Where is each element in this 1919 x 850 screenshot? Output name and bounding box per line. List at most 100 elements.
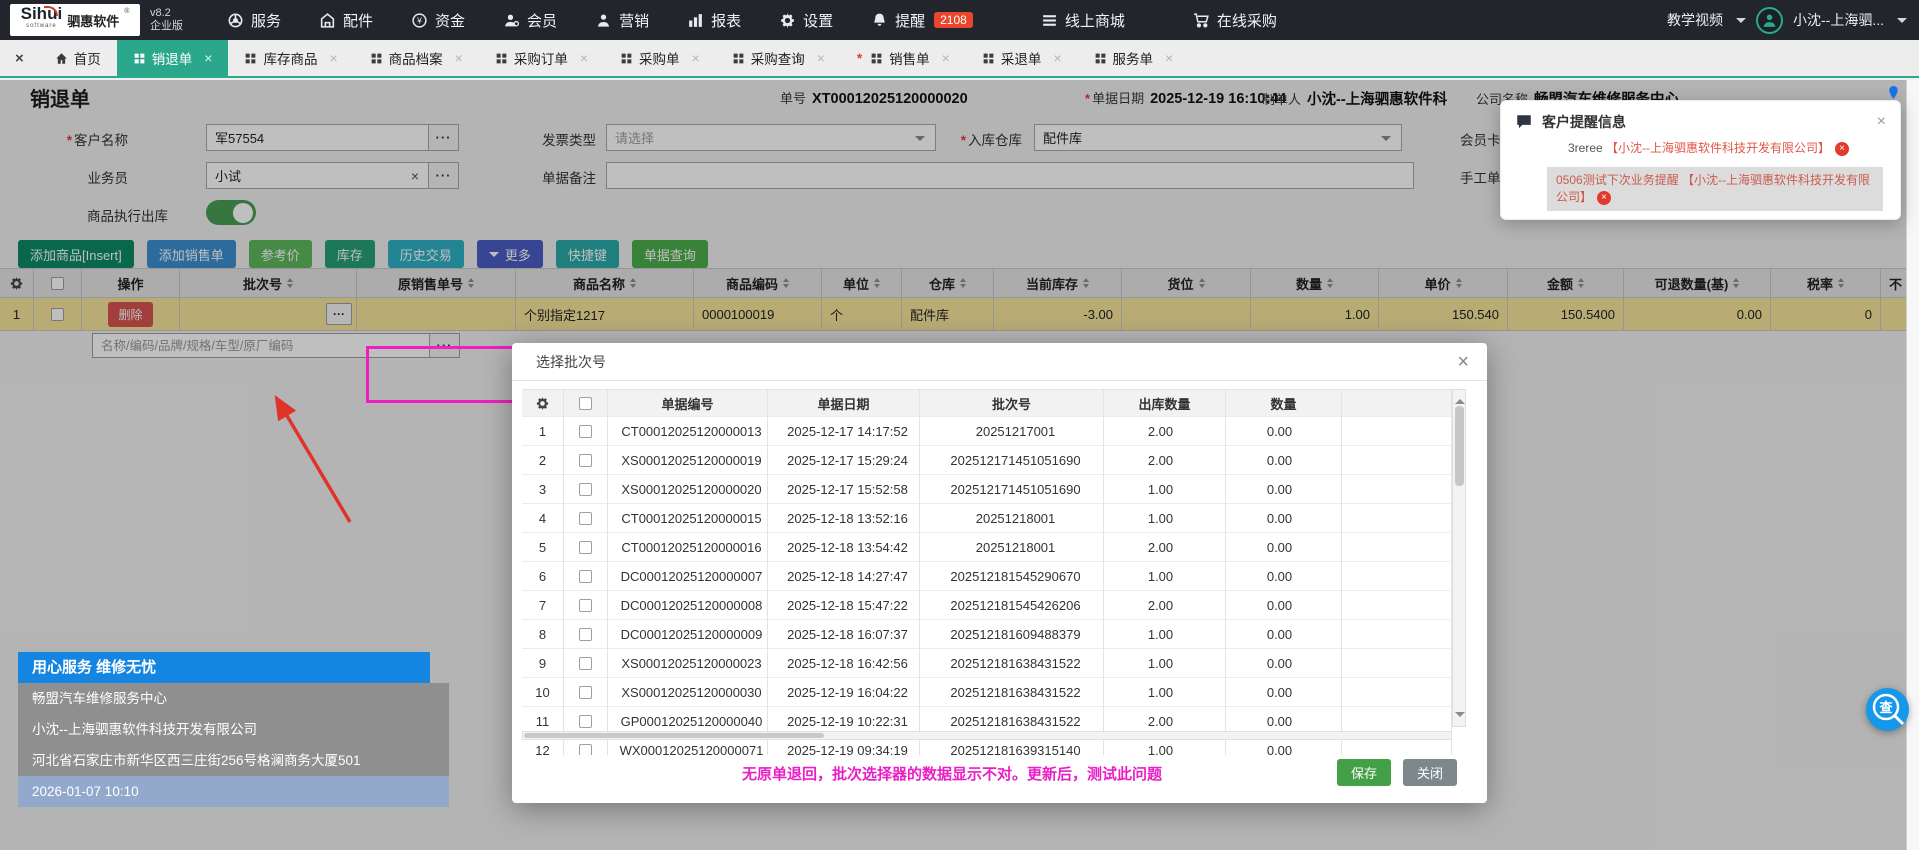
batch-row[interactable]: 5 CT00012025120000016 2025-12-18 13:54:4…	[522, 533, 1452, 562]
scroll-up-icon[interactable]	[1455, 394, 1465, 404]
avatar[interactable]	[1756, 7, 1783, 34]
topbar-nav-item[interactable]: 提醒 2108	[852, 0, 992, 40]
tab-close-icon[interactable]: ×	[1053, 50, 1061, 66]
topbar: Sihuisoftware 驷惠软件 ® v8.2 企业版 服务 配件	[0, 0, 1919, 40]
tab[interactable]: 采购订单 ×	[479, 40, 604, 76]
batch-row[interactable]: 9 XS00012025120000023 2025-12-18 16:42:5…	[522, 649, 1452, 678]
customer-reminder-popup: 客户提醒信息 × 3reree 【小沈--上海驷惠软件科技开发有限公司】× 05…	[1500, 100, 1901, 220]
topbar-nav-item[interactable]: 报表	[668, 0, 760, 40]
reminder-close-icon[interactable]: ×	[1877, 113, 1886, 131]
qty-cell: 0.00	[1226, 504, 1342, 533]
row-checkbox[interactable]	[579, 541, 592, 554]
service-info-line: 河北省石家庄市新华区西三庄街256号格澜商务大厦501	[18, 745, 449, 776]
tab-close-icon[interactable]: ×	[942, 50, 950, 66]
batch-column-header[interactable]: 单据编号	[608, 389, 768, 417]
doc-no-cell: CT00012025120000016	[608, 533, 768, 562]
tab[interactable]: 服务单 ×	[1078, 40, 1190, 76]
row-number: 4	[522, 504, 564, 533]
tab-close-icon[interactable]: ×	[692, 50, 700, 66]
tab[interactable]: 库存商品 ×	[228, 40, 353, 76]
topbar-nav-item[interactable]: 在线采购	[1174, 0, 1296, 40]
tab-close-icon[interactable]: ×	[204, 50, 212, 66]
pin-icon[interactable]	[1886, 85, 1901, 100]
filler-cell	[1342, 533, 1452, 562]
scroll-down-icon[interactable]	[1455, 712, 1465, 722]
batch-row[interactable]: 6 DC00012025120000007 2025-12-18 14:27:4…	[522, 562, 1452, 591]
topbar-nav-item[interactable]: 服务	[208, 0, 300, 40]
scrollbar-thumb[interactable]	[524, 733, 824, 738]
batch-row[interactable]: 8 DC00012025120000009 2025-12-18 16:07:3…	[522, 620, 1452, 649]
modal-vertical-scrollbar[interactable]	[1452, 389, 1466, 727]
row-checkbox[interactable]	[579, 628, 592, 641]
close-all-tabs-icon[interactable]: ×	[0, 40, 39, 76]
topbar-nav-item[interactable]: 设置	[760, 0, 852, 40]
row-checkbox[interactable]	[579, 599, 592, 612]
tab[interactable]: 销退单 ×	[117, 40, 229, 76]
row-checkbox-cell	[564, 417, 608, 446]
nav-label: 线上商城	[1065, 10, 1125, 31]
column-settings-gear-icon[interactable]	[522, 389, 564, 417]
batch-row[interactable]: 2 XS00012025120000019 2025-12-17 15:29:2…	[522, 446, 1452, 475]
row-checkbox[interactable]	[579, 483, 592, 496]
topbar-nav-item[interactable]: 营销	[576, 0, 668, 40]
row-checkbox[interactable]	[579, 425, 592, 438]
service-info-line: 2026-01-07 10:10	[18, 776, 449, 807]
doc-no-cell: XS00012025120000023	[608, 649, 768, 678]
batch-column-header[interactable]: 批次号	[920, 389, 1104, 417]
batch-column-header[interactable]: 出库数量	[1104, 389, 1226, 417]
batch-row[interactable]: 3 XS00012025120000020 2025-12-17 15:52:5…	[522, 475, 1452, 504]
nav-icon	[319, 12, 336, 29]
tab-close-icon[interactable]: ×	[329, 50, 337, 66]
row-checkbox[interactable]	[579, 454, 592, 467]
tab-label: 采退单	[1001, 48, 1042, 68]
row-checkbox[interactable]	[579, 715, 592, 728]
tab[interactable]: 采购查询 ×	[716, 40, 841, 76]
quick-search-fab[interactable]: 查	[1866, 688, 1909, 731]
row-checkbox-cell	[564, 533, 608, 562]
save-button[interactable]: 保存	[1337, 759, 1391, 786]
row-checkbox[interactable]	[579, 512, 592, 525]
topbar-nav-item[interactable]: 会员	[484, 0, 576, 40]
tab[interactable]: * 销售单 ×	[841, 40, 966, 76]
select-all-checkbox[interactable]	[579, 397, 592, 410]
row-checkbox[interactable]	[579, 744, 592, 756]
tab[interactable]: 采购单 ×	[604, 40, 716, 76]
app-logo: Sihuisoftware 驷惠软件 ®	[10, 4, 140, 36]
modal-close-icon[interactable]: ×	[1457, 352, 1469, 372]
batch-column-header[interactable]: 数量	[1226, 389, 1342, 417]
doc-no-cell: DC00012025120000008	[608, 591, 768, 620]
batch-table-header: 单据编号 单据日期 批次号 出库数量 数量	[522, 389, 1452, 417]
batch-row[interactable]: 4 CT00012025120000015 2025-12-18 13:52:1…	[522, 504, 1452, 533]
scrollbar-thumb[interactable]	[1455, 406, 1464, 486]
close-button[interactable]: 关闭	[1403, 759, 1457, 786]
tab-close-icon[interactable]: ×	[580, 50, 588, 66]
delete-reminder-icon[interactable]: ×	[1835, 142, 1849, 156]
tab-close-icon[interactable]: ×	[1165, 50, 1173, 66]
tab[interactable]: 商品档案 ×	[354, 40, 479, 76]
topbar-nav-item[interactable]: 线上商城	[1022, 0, 1144, 40]
current-user[interactable]: 小沈--上海驷...	[1793, 10, 1884, 30]
tab-close-icon[interactable]: ×	[817, 50, 825, 66]
tab[interactable]: 首页	[39, 40, 117, 76]
row-checkbox-cell	[564, 678, 608, 707]
modal-horizontal-scrollbar[interactable]	[522, 731, 1452, 740]
delete-reminder-icon[interactable]: ×	[1597, 191, 1611, 205]
tutorial-video-link[interactable]: 教学视频	[1667, 10, 1723, 30]
batch-row[interactable]: 1 CT00012025120000013 2025-12-17 14:17:5…	[522, 417, 1452, 446]
topbar-nav-item[interactable]: ¥ 资金	[392, 0, 484, 40]
topbar-nav-item[interactable]: 配件	[300, 0, 392, 40]
batch-column-header[interactable]: 单据日期	[768, 389, 920, 417]
row-checkbox[interactable]	[579, 657, 592, 670]
tab[interactable]: 采退单 ×	[966, 40, 1078, 76]
tab-icon	[495, 52, 508, 65]
batch-row[interactable]: 7 DC00012025120000008 2025-12-18 15:47:2…	[522, 591, 1452, 620]
open-tabs: 首页 销退单 × 库存商品 ×	[39, 40, 1189, 76]
doc-date-cell: 2025-12-18 16:42:56	[768, 649, 920, 678]
batch-row[interactable]: 10 XS00012025120000030 2025-12-19 16:04:…	[522, 678, 1452, 707]
row-checkbox[interactable]	[579, 570, 592, 583]
row-checkbox[interactable]	[579, 686, 592, 699]
reminder-item-highlighted: 0506测试下次业务提醒 【小沈--上海驷惠软件科技开发有限公司】×	[1547, 167, 1883, 211]
tab-close-icon[interactable]: ×	[455, 50, 463, 66]
nav-label: 在线采购	[1217, 10, 1277, 31]
page-scrollbar-track[interactable]	[1906, 80, 1919, 850]
